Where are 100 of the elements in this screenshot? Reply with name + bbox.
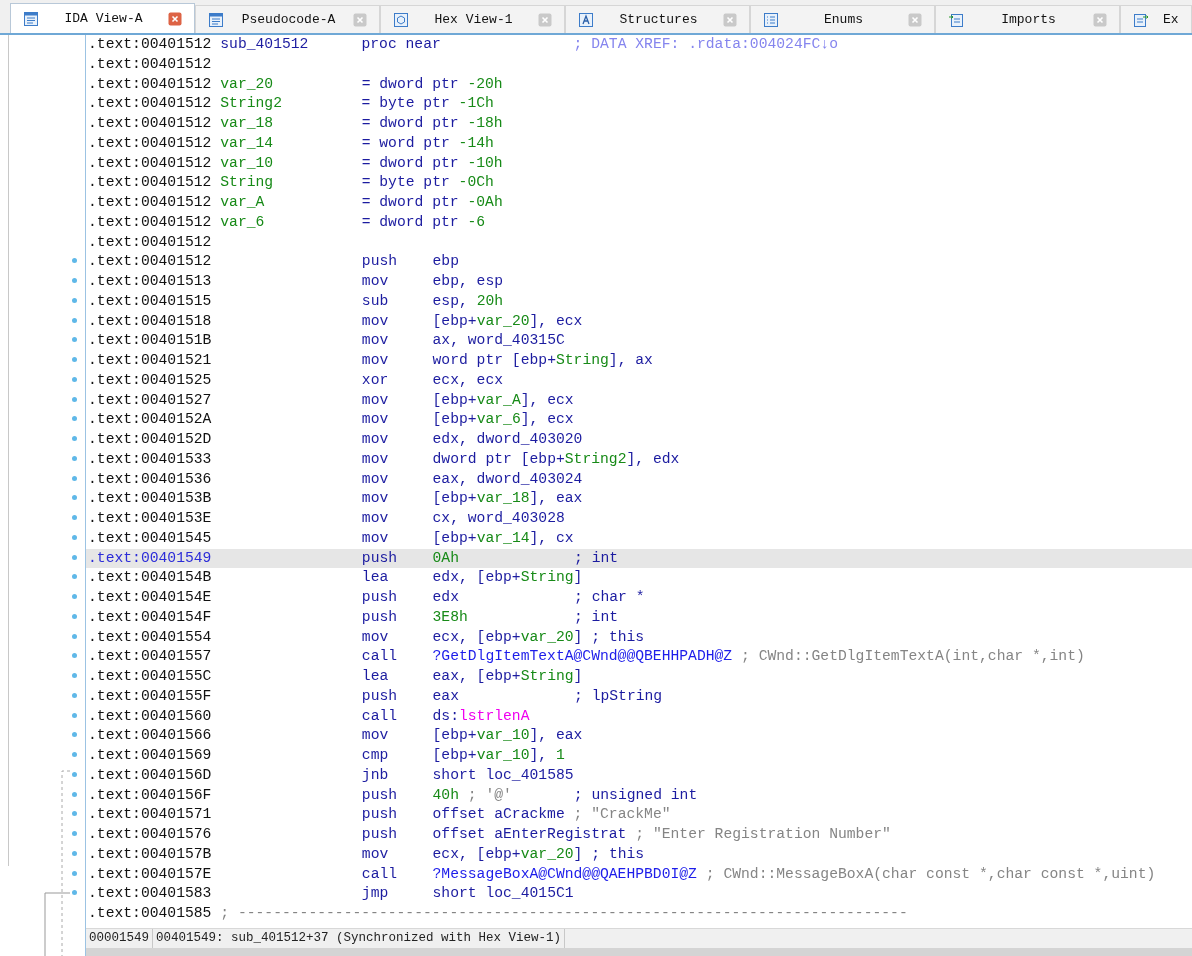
- comment: ; '@': [467, 785, 512, 805]
- address: .text:0040153B: [88, 489, 212, 509]
- comment: ; int: [574, 548, 619, 568]
- address: .text:00401527: [88, 390, 212, 410]
- address: .text:0040157E: [88, 864, 212, 884]
- mnemonic: push: [361, 785, 398, 805]
- mnemonic: push: [361, 805, 398, 825]
- mnemonic: mov: [361, 528, 389, 548]
- address: .text:00401533: [88, 449, 212, 469]
- import-icon: [948, 11, 964, 28]
- declaration: = dword ptr -10h: [361, 153, 503, 173]
- mnemonic: mov: [361, 331, 389, 351]
- address: .text:00401512: [88, 193, 212, 212]
- mnemonic: call: [361, 864, 398, 884]
- operands: ebp: [432, 252, 459, 272]
- address: .text:0040152D: [88, 430, 212, 449]
- tab[interactable]: IDA View-A: [10, 3, 195, 33]
- close-icon[interactable]: [908, 12, 922, 27]
- address: .text:00401583: [88, 884, 212, 904]
- label-name: var_A: [220, 193, 265, 212]
- operands: offset aCrackme: [432, 805, 565, 825]
- tab[interactable]: Pseudocode-A: [195, 5, 380, 33]
- address: .text:00401557: [88, 647, 212, 667]
- close-icon[interactable]: [538, 12, 552, 27]
- operands: 3E8h: [432, 607, 468, 627]
- operands: ecx, [ebp+var_20]: [432, 844, 583, 864]
- address: .text:00401512: [88, 173, 212, 193]
- tab[interactable]: Structures: [565, 5, 750, 33]
- operands: ebp, esp: [432, 272, 504, 291]
- operands: [ebp+var_A], ecx: [432, 390, 574, 410]
- comment: ; "Enter Registration Number": [635, 825, 891, 844]
- address: .text:00401585: [88, 904, 212, 923]
- address: .text:00401512: [88, 133, 212, 153]
- horizontal-scrollbar[interactable]: [86, 948, 1192, 956]
- comment: ; this: [591, 844, 645, 864]
- comment: ; "CrackMe": [573, 805, 671, 825]
- mnemonic: xor: [361, 370, 389, 390]
- tab[interactable]: Enums: [750, 5, 935, 33]
- operands: eax: [432, 686, 459, 706]
- mnemonic: mov: [361, 430, 389, 449]
- close-icon[interactable]: [1093, 12, 1107, 27]
- tab[interactable]: Hex View-1: [380, 5, 565, 33]
- operands: [ebp+var_18], eax: [432, 489, 583, 509]
- tab[interactable]: Imports: [935, 5, 1120, 33]
- address: .text:00401518: [88, 311, 212, 331]
- listing-icon: [208, 11, 224, 28]
- mnemonic: mov: [361, 469, 389, 489]
- label-name: String: [220, 173, 274, 193]
- address: .text:00401512: [88, 252, 212, 272]
- address: .text:0040155F: [88, 686, 212, 706]
- address: .text:0040157B: [88, 844, 212, 864]
- address: .text:00401560: [88, 706, 212, 726]
- label-name: String2: [220, 94, 282, 114]
- label-name: sub_401512: [220, 35, 309, 54]
- listing-icon: [23, 10, 39, 27]
- close-icon[interactable]: [353, 12, 367, 27]
- operands: ?MessageBoxA@CWnd@@QAEHPBD0I@Z: [432, 864, 697, 884]
- operands: offset aEnterRegistrat: [432, 825, 627, 844]
- declaration: = dword ptr -0Ah: [361, 193, 503, 212]
- address: .text:0040154B: [88, 568, 212, 588]
- operands: ecx, [ebp+var_20]: [432, 627, 583, 647]
- tab[interactable]: Ex: [1120, 5, 1192, 33]
- mnemonic: mov: [361, 351, 389, 370]
- operands: [ebp+var_20], ecx: [432, 311, 583, 331]
- address: .text:00401512: [88, 114, 212, 133]
- mnemonic: jnb: [361, 765, 389, 785]
- label-name: var_6: [220, 212, 265, 232]
- label-name: var_18: [220, 114, 274, 133]
- mnemonic: mov: [361, 489, 389, 509]
- mnemonic: push: [361, 825, 398, 844]
- mnemonic: push: [361, 686, 398, 706]
- comment: ; int: [573, 607, 619, 627]
- address: .text:0040156D: [88, 765, 212, 785]
- close-icon[interactable]: [168, 11, 182, 26]
- address: .text:00401512: [88, 74, 212, 94]
- operands: ax, word_40315C: [432, 331, 565, 351]
- export-icon: [1133, 11, 1149, 28]
- declaration: = byte ptr -1Ch: [361, 94, 494, 114]
- operands: edx, [ebp+String]: [432, 568, 583, 588]
- label-name: var_10: [220, 153, 274, 173]
- address: .text:00401521: [88, 351, 212, 370]
- comment: ; DATA XREF: .rdata:004024FC↓o: [573, 35, 838, 54]
- mnemonic: mov: [361, 410, 389, 430]
- close-icon[interactable]: [723, 12, 737, 27]
- operands: ?GetDlgItemTextA@CWnd@@QBEHHPADH@Z: [432, 647, 733, 667]
- operands: short loc_4015C1: [432, 884, 574, 904]
- address: .text:0040152A: [88, 410, 212, 430]
- mnemonic: mov: [361, 627, 389, 647]
- mnemonic: call: [361, 706, 398, 726]
- declaration: = dword ptr -20h: [361, 74, 503, 94]
- address: .text:00401512: [88, 232, 212, 252]
- mnemonic: call: [361, 647, 398, 667]
- address: .text:00401512: [88, 54, 212, 74]
- operands: [ebp+var_10], eax: [432, 726, 583, 746]
- address: .text:0040154E: [88, 588, 212, 607]
- address: .text:00401515: [88, 291, 212, 311]
- operands: 40h: [432, 785, 459, 805]
- mnemonic: mov: [361, 844, 389, 864]
- mnemonic: push: [361, 607, 398, 627]
- address: .text:0040153E: [88, 509, 212, 528]
